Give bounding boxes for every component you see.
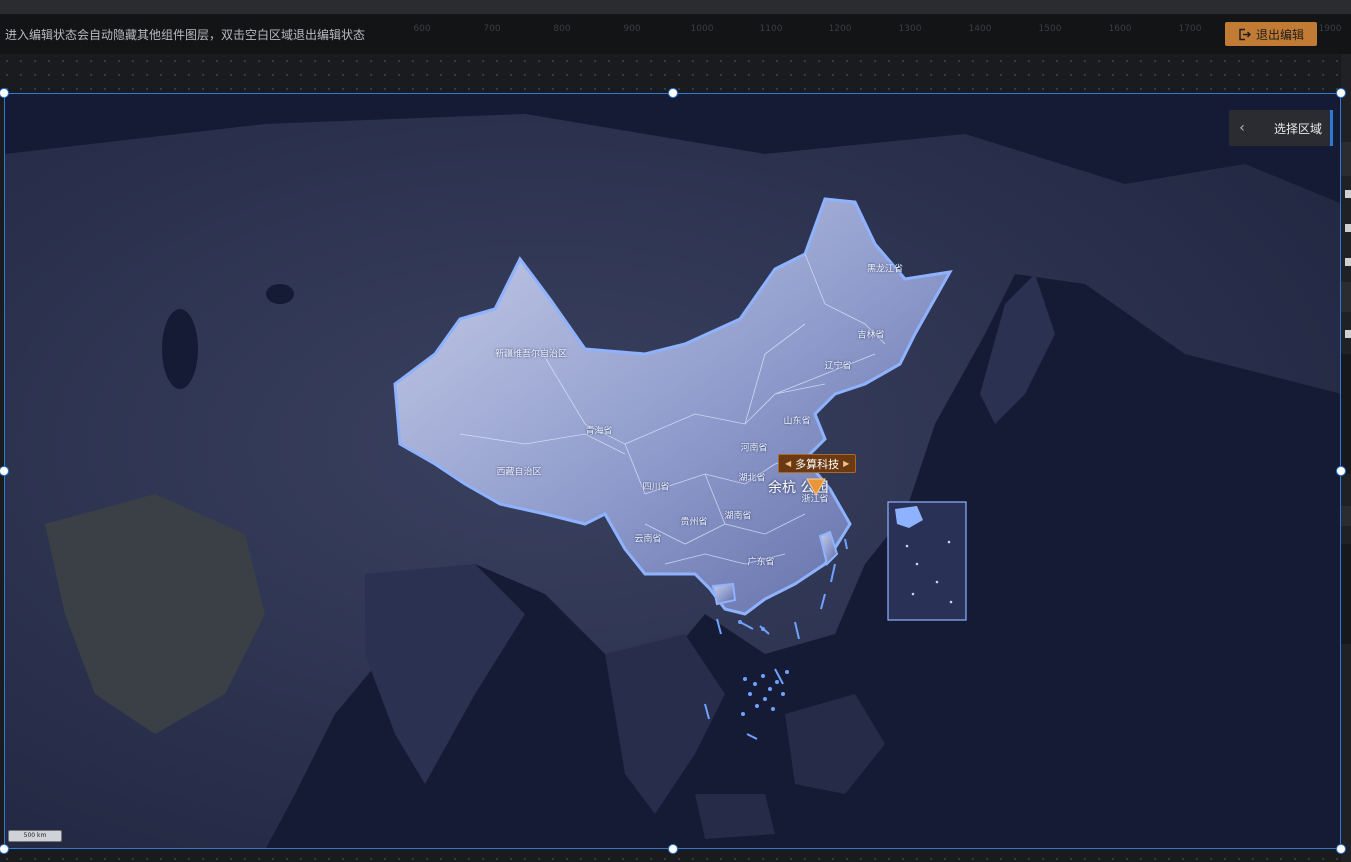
province-label: 辽宁省 <box>824 361 852 372</box>
resize-handle[interactable] <box>668 88 678 98</box>
province-label: 广东省 <box>747 557 775 568</box>
map-basemap <box>5 94 1340 848</box>
region-selector[interactable]: ‹ 选择区域 <box>1229 110 1333 146</box>
caret-right-icon: ▶ <box>843 459 850 468</box>
exit-edit-button[interactable]: 退出编辑 <box>1225 22 1317 46</box>
ruler-tick-label: 900 <box>623 24 641 34</box>
province-label: 湖南省 <box>724 511 752 522</box>
panel-glyph <box>1345 190 1351 198</box>
panel-block <box>1341 142 1351 176</box>
province-label: 云南省 <box>634 534 662 545</box>
resize-handle[interactable] <box>1336 88 1346 98</box>
window-top-strip <box>0 0 1351 14</box>
map-scale-bar: 500 km <box>8 830 62 842</box>
map-component[interactable]: 黑龙江省 吉林省 辽宁省 新疆维吾尔自治区 青海省 西藏自治区 山东省 河南省 … <box>4 93 1341 849</box>
ruler-tick-label: 1700 <box>1178 24 1202 34</box>
province-label: 吉林省 <box>857 330 885 341</box>
region-selector-label: 选择区域 <box>1273 121 1322 136</box>
panel-glyph <box>1345 224 1351 232</box>
ruler-tick-label: 800 <box>553 24 571 34</box>
province-label: 四川省 <box>642 482 670 493</box>
panel-glyph <box>1345 330 1351 338</box>
ruler-tick-label: 1500 <box>1038 24 1062 34</box>
ruler-tick-label: 1000 <box>690 24 714 34</box>
province-label: 新疆维吾尔自治区 <box>494 349 568 360</box>
province-label: 西藏自治区 <box>496 467 542 478</box>
exit-icon <box>1238 28 1251 41</box>
edit-mode-hint: 进入编辑状态会自动隐藏其他组件图层，双击空白区域退出编辑状态 <box>5 28 366 42</box>
company-marker-label[interactable]: ◀ 多算科技 ▶ <box>778 454 857 473</box>
province-label: 贵州省 <box>680 517 708 528</box>
province-label: 湖北省 <box>738 473 766 484</box>
province-label: 河南省 <box>740 443 768 454</box>
chevron-left-icon[interactable]: ‹ <box>1229 120 1255 136</box>
ruler-tick-label: 1900 <box>1318 24 1342 34</box>
panel-block <box>1341 282 1351 312</box>
properties-panel-edge <box>1341 54 1351 862</box>
province-label: 山东省 <box>783 416 811 427</box>
panel-block <box>1341 544 1351 644</box>
ruler-tick-label: 1600 <box>1108 24 1132 34</box>
province-label: 黑龙江省 <box>866 264 904 275</box>
map-pin-icon[interactable] <box>806 478 826 500</box>
ruler-tick-label: 1200 <box>828 24 852 34</box>
panel-block <box>1341 354 1351 474</box>
ruler-tick-label: 700 <box>483 24 501 34</box>
caret-left-icon: ◀ <box>785 459 792 468</box>
panel-block <box>1341 506 1351 526</box>
province-label: 青海省 <box>585 426 613 437</box>
ruler-tick-label: 1400 <box>968 24 992 34</box>
panel-glyph <box>1345 258 1351 266</box>
company-name: 多算科技 <box>795 457 840 471</box>
resize-handle[interactable] <box>1336 844 1346 854</box>
exit-edit-label: 退出编辑 <box>1255 27 1304 42</box>
resize-handle[interactable] <box>1336 466 1346 476</box>
ruler-tick-label: 1300 <box>898 24 922 34</box>
resize-handle[interactable] <box>668 844 678 854</box>
ruler-tick-label: 1100 <box>759 24 783 34</box>
ruler-tick-label: 600 <box>413 24 431 34</box>
